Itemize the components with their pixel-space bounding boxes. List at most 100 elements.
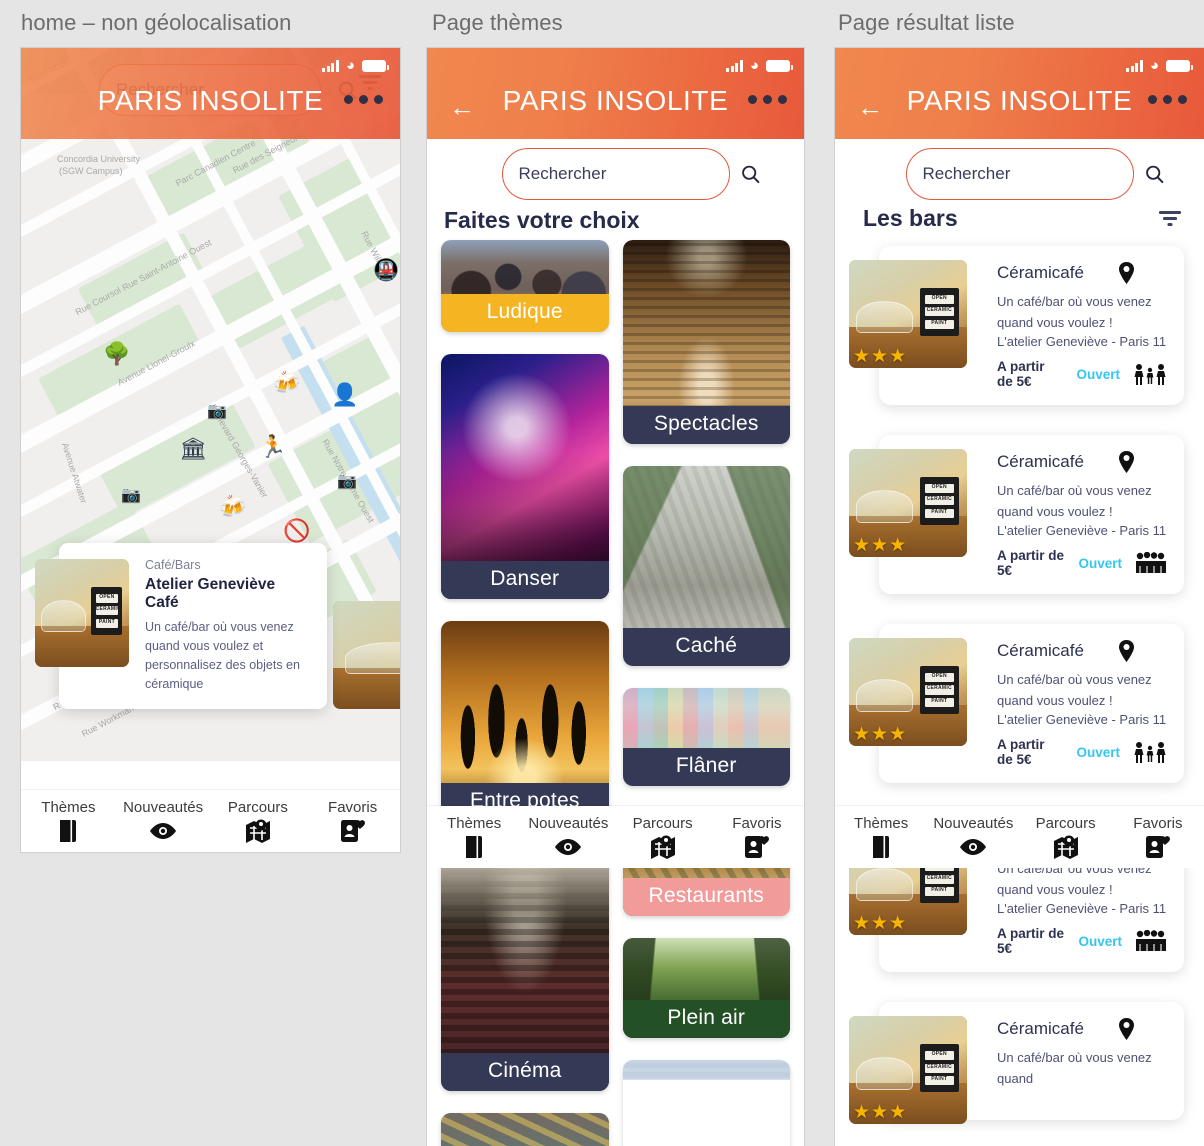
results-scroll-area[interactable]: Les bars OPEN CERAMIC PAINT ★★★ (835, 139, 1204, 1146)
status-bar: ◕ (322, 58, 389, 73)
wine-glasses-icon[interactable]: 🍻 (273, 372, 300, 394)
theme-card-cache[interactable]: Caché (622, 466, 790, 666)
thumb-sign-line: OPEN (924, 294, 954, 304)
photo-people-icon[interactable]: 📷 (121, 488, 141, 504)
theme-label: Restaurants (622, 878, 790, 916)
result-price: A partir de 5€ (997, 926, 1065, 957)
app-header: ◕ ← PARIS INSOLITE (427, 48, 804, 139)
thumb-sign-line: CERAMIC (924, 1063, 954, 1073)
result-card[interactable]: OPEN CERAMIC PAINT ★★★ Céramicafé Un caf… (849, 1002, 1184, 1125)
photo-people-icon[interactable]: 📷 (207, 404, 227, 420)
map-view[interactable]: Saint-Marc (SGW Campus) Parc Canadien Ce… (21, 48, 400, 761)
theme-card-plein-air[interactable]: Plein air (622, 938, 790, 1038)
overflow-menu-icon[interactable] (344, 95, 383, 104)
place-thumbnail: OPEN CERAMIC PAINT ★★★ (849, 1016, 967, 1125)
person-icon[interactable]: 👤 (331, 384, 358, 406)
results-title: Les bars (863, 205, 958, 231)
place-thumbnail: OPEN CERAMIC PAINT (35, 559, 129, 667)
place-thumbnail: OPEN CERAMIC PAINT ★★★ (849, 260, 967, 368)
nav-item-nouveautes[interactable]: Nouveautés (927, 815, 1019, 860)
family-group-icon (1134, 363, 1166, 386)
nav-item-themes[interactable]: Thèmes (835, 815, 927, 860)
nav-item-favoris[interactable]: Favoris (305, 799, 400, 844)
map-place-card[interactable]: OPEN CERAMIC PAINT Café/Bars Atelier Gen… (35, 543, 327, 709)
theme-card-partial-right[interactable] (622, 1060, 791, 1146)
panel-title-home: home – non géolocalisation (21, 10, 292, 35)
theme-photo (622, 1060, 791, 1146)
bottom-navigation: Thèmes Nouveautés Parcours Favoris (427, 806, 804, 868)
place-thumbnail: OPEN CERAMIC PAINT ★★★ (849, 449, 967, 558)
place-category: Café/Bars (145, 558, 201, 572)
theme-card-partial-left[interactable] (441, 1113, 609, 1146)
result-name: Céramicafé (997, 263, 1084, 282)
nav-item-parcours[interactable]: Parcours (1020, 815, 1112, 860)
dancer-icon[interactable]: 🏃 (259, 436, 286, 458)
search-input[interactable] (922, 164, 1144, 184)
museum-icon[interactable]: 🏛 (179, 438, 207, 460)
map-pin-grid-icon (649, 834, 677, 860)
theme-card-flaner[interactable]: Flâner (622, 688, 790, 786)
map-street-label: (SGW Campus) (59, 166, 123, 176)
result-name: Céramicafé (997, 1019, 1084, 1039)
tram-icon[interactable]: 🚇 (373, 260, 399, 281)
map-pin-grid-icon (1052, 834, 1080, 860)
photo-people-icon[interactable]: 📷 (337, 474, 357, 490)
rating-stars: ★★★ (853, 724, 908, 746)
book-icon (58, 818, 78, 844)
nav-item-parcours[interactable]: Parcours (616, 815, 710, 860)
theme-card-ludique[interactable]: Ludique (441, 240, 609, 332)
filter-icon[interactable] (1158, 209, 1182, 229)
rating-stars: ★★★ (853, 1102, 908, 1124)
result-name: Céramicafé (997, 452, 1084, 472)
result-card[interactable]: OPEN CERAMIC PAINT ★★★ Céramicafé Un caf… (849, 624, 1184, 784)
map-card-secondary-thumb[interactable] (333, 601, 400, 709)
map-pin-icon[interactable] (1118, 262, 1135, 284)
theme-label: Danser (441, 561, 609, 599)
themes-scroll-area[interactable]: Faites votre choix Ludique Danser (427, 139, 804, 1146)
thumb-sign-line: OPEN (95, 593, 119, 603)
status-badge: Ouvert (1076, 366, 1120, 382)
theme-label: Flâner (622, 748, 790, 786)
nav-item-nouveautes[interactable]: Nouveautés (116, 799, 211, 844)
battery-icon (1166, 60, 1193, 72)
thumb-sign-line: OPEN (924, 672, 954, 682)
status-badge: Ouvert (1078, 933, 1122, 949)
result-description: Un café/bar où vous venez quand vous vou… (997, 483, 1152, 520)
crowd-icon (1136, 930, 1166, 952)
no-drink-icon[interactable]: 🚫 (283, 520, 310, 542)
map-pin-icon[interactable] (1118, 451, 1135, 474)
map-pin-icon[interactable] (1118, 640, 1135, 663)
theme-label: Ludique (441, 294, 609, 332)
status-bar: ◕ (726, 58, 793, 73)
signal-bars-icon (726, 60, 743, 72)
theme-card-cinema[interactable]: Cinéma (441, 843, 609, 1091)
theme-label: Plein air (622, 1000, 790, 1038)
status-bar: ◕ (1126, 58, 1193, 73)
theme-card-spectacles[interactable]: Spectacles (622, 240, 790, 444)
tree-icon[interactable]: 🌳 (103, 343, 130, 365)
overflow-menu-icon[interactable] (748, 95, 787, 104)
nav-item-themes[interactable]: Thèmes (21, 799, 116, 844)
theme-label: Caché (622, 628, 790, 666)
rating-stars: ★★★ (853, 346, 908, 367)
eye-icon (554, 834, 582, 860)
theme-card-entre-potes[interactable]: Entre potes (441, 621, 609, 821)
nav-item-themes[interactable]: Thèmes (427, 815, 521, 860)
result-card[interactable]: OPEN CERAMIC PAINT ★★★ Céramicafé Un caf… (849, 435, 1184, 595)
nav-item-parcours[interactable]: Parcours (211, 799, 306, 844)
nav-label: Thèmes (41, 798, 96, 816)
map-pin-icon[interactable] (1118, 1018, 1135, 1041)
nav-label: Favoris (328, 798, 378, 816)
theme-card-danser[interactable]: Danser (441, 354, 609, 599)
search-icon[interactable] (1144, 164, 1165, 185)
overflow-menu-icon[interactable] (1148, 95, 1187, 104)
nav-item-nouveautes[interactable]: Nouveautés (521, 815, 615, 860)
wine-glasses-icon[interactable]: 🍻 (219, 496, 246, 518)
result-card[interactable]: OPEN CERAMIC PAINT ★★★ Céramicafé Un caf… (849, 246, 1184, 406)
nav-item-favoris[interactable]: Favoris (1112, 815, 1204, 860)
nav-item-favoris[interactable]: Favoris (710, 815, 804, 860)
place-name-main: Atelier Geneviève (145, 576, 276, 593)
search-bar[interactable] (905, 148, 1163, 200)
nav-label: Nouveautés (528, 814, 609, 832)
rating-stars: ★★★ (853, 535, 908, 557)
